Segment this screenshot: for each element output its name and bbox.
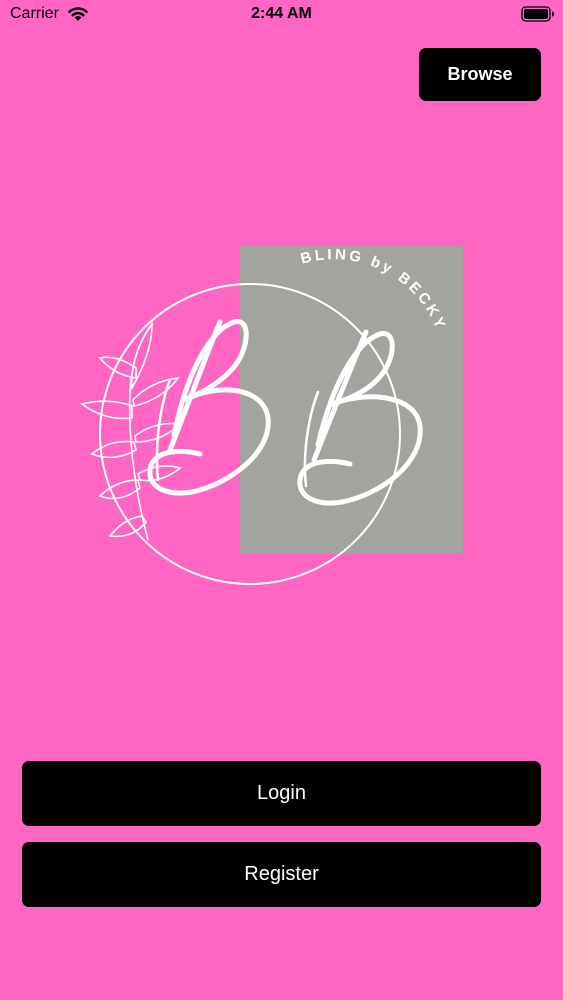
battery-icon xyxy=(521,6,554,22)
login-button[interactable]: Login xyxy=(22,761,541,826)
leaf-branch-icon xyxy=(80,321,182,541)
clock: 2:44 AM xyxy=(251,5,312,22)
bling-by-becky-logo: BLING by BECKY xyxy=(80,246,463,585)
register-button[interactable]: Register xyxy=(22,842,541,907)
status-bar: Carrier 2:44 AM xyxy=(0,0,563,30)
browse-button[interactable]: Browse xyxy=(419,48,541,101)
